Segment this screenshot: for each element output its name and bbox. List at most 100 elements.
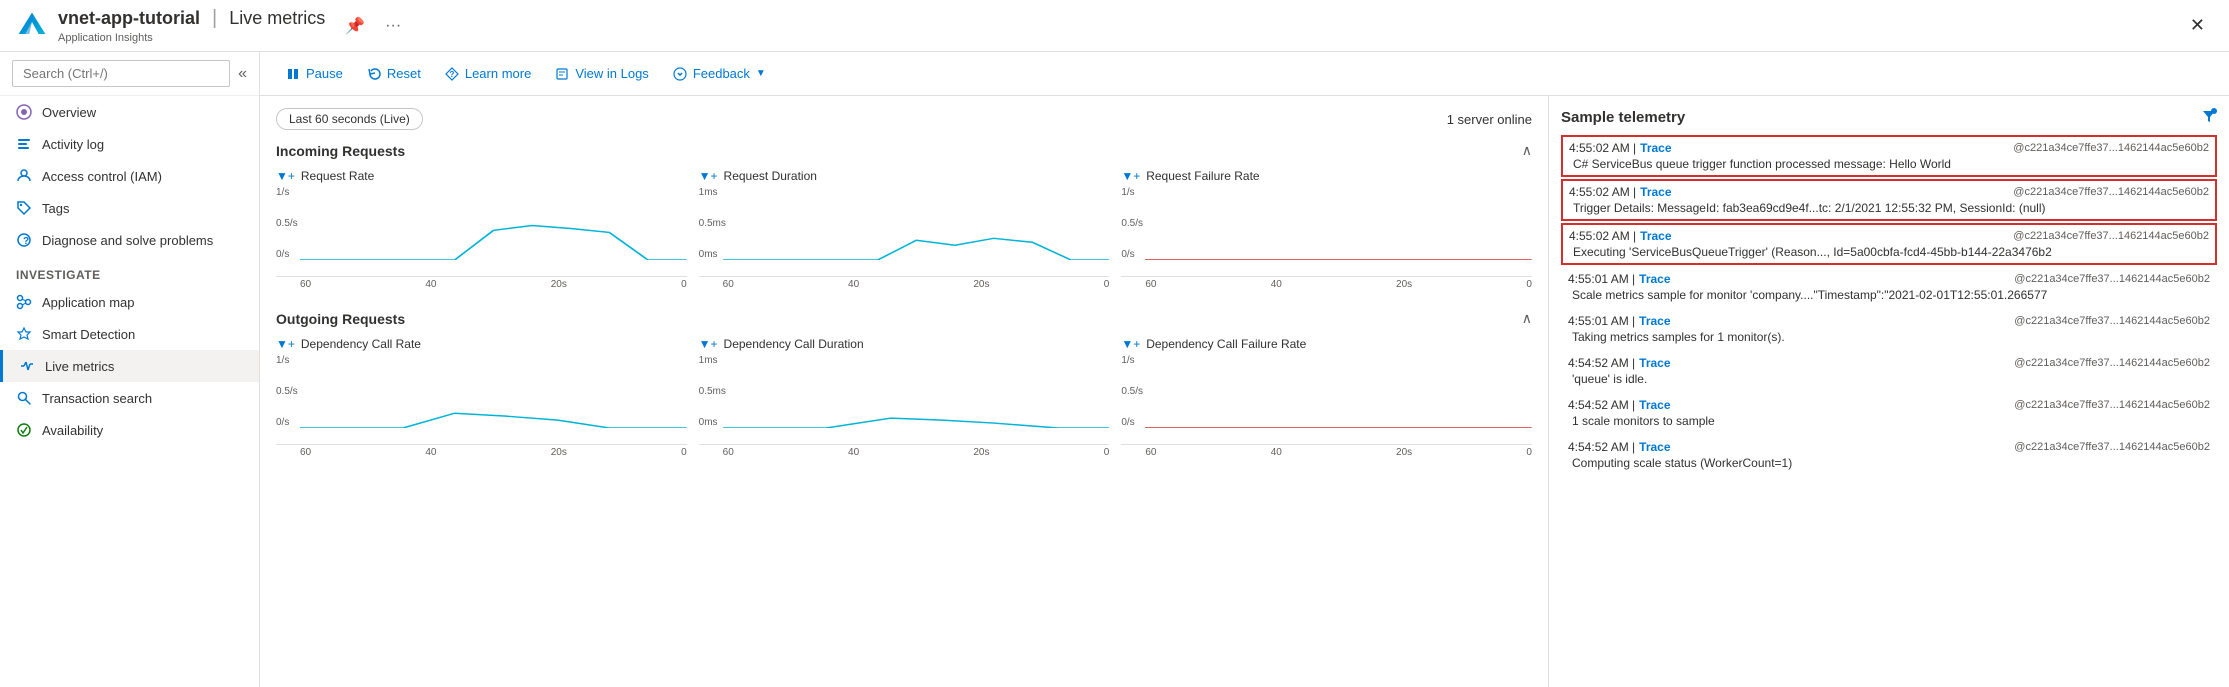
telemetry-type: Trace <box>1640 141 1671 155</box>
sidebar-item-overview-label: Overview <box>42 105 96 120</box>
tags-icon <box>16 200 32 216</box>
telemetry-filter-button[interactable] <box>2201 108 2217 127</box>
transaction-search-icon <box>16 390 32 406</box>
telemetry-title: Sample telemetry <box>1561 109 1685 126</box>
sidebar-item-live-metrics[interactable]: Live metrics <box>0 350 259 382</box>
sidebar-item-smart-detection[interactable]: Smart Detection <box>0 318 259 350</box>
svg-text:?: ? <box>449 70 454 79</box>
dep-call-rate-chart: ▼+ Dependency Call Rate 1/s 0.5/s 0/s <box>276 337 687 458</box>
request-rate-svg <box>300 191 687 260</box>
server-status: 1 server online <box>1447 112 1532 127</box>
sidebar-item-activity-log[interactable]: Activity log <box>0 128 259 160</box>
sidebar-item-transaction-search[interactable]: Transaction search <box>0 382 259 414</box>
diagnose-icon: ? <box>16 232 32 248</box>
telemetry-item[interactable]: 4:55:02 AM | Trace @c221a34ce7ffe37...14… <box>1561 179 2217 221</box>
search-input[interactable] <box>12 60 230 87</box>
telemetry-time: 4:55:02 AM | <box>1569 185 1636 199</box>
sidebar-item-access-control[interactable]: Access control (IAM) <box>0 160 259 192</box>
sidebar-item-availability-label: Availability <box>42 423 103 438</box>
telemetry-id: @c221a34ce7ffe37...1462144ac5e60b2 <box>2013 142 2209 154</box>
telemetry-type: Trace <box>1640 185 1671 199</box>
telemetry-filter-icon <box>2201 108 2217 124</box>
request-failure-rate-area: 1/s 0.5/s 0/s <box>1121 187 1532 277</box>
dep-call-duration-chart: ▼+ Dependency Call Duration 1ms 0.5ms 0m… <box>699 337 1110 458</box>
dep-call-duration-label: Dependency Call Duration <box>724 337 864 351</box>
telemetry-time: 4:55:01 AM | <box>1568 314 1635 328</box>
telemetry-item[interactable]: 4:55:02 AM | Trace @c221a34ce7ffe37...14… <box>1561 135 2217 177</box>
dep-call-rate-svg <box>300 359 687 428</box>
dep-call-duration-filter-icon: ▼+ <box>699 337 718 351</box>
view-in-logs-button[interactable]: View in Logs <box>545 62 658 85</box>
telemetry-list: 4:55:02 AM | Trace @c221a34ce7ffe37...14… <box>1561 135 2217 477</box>
telemetry-type: Trace <box>1639 272 1670 286</box>
feedback-button[interactable]: Feedback ▼ <box>663 62 776 85</box>
toolbar: Pause Reset ? Learn more View in Logs Fe… <box>260 52 2229 96</box>
dep-call-rate-label: Dependency Call Rate <box>301 337 421 351</box>
request-rate-label: Request Rate <box>301 169 374 183</box>
incoming-requests-collapse[interactable]: ∧ <box>1522 142 1532 159</box>
telemetry-time: 4:54:52 AM | <box>1568 356 1635 370</box>
overview-icon <box>16 104 32 120</box>
telemetry-item[interactable]: 4:54:52 AM | Trace @c221a34ce7ffe37...14… <box>1561 351 2217 391</box>
dep-call-failure-rate-svg <box>1145 359 1532 428</box>
telemetry-item[interactable]: 4:54:52 AM | Trace @c221a34ce7ffe37...14… <box>1561 393 2217 433</box>
outgoing-requests-section: Outgoing Requests ∧ ▼+ Dependency Call R… <box>276 310 1532 458</box>
dep-call-failure-rate-area: 1/s 0.5/s 0/s <box>1121 355 1532 445</box>
request-rate-filter-icon: ▼+ <box>276 169 295 183</box>
pin-icon: 📌 <box>345 18 365 35</box>
telemetry-time: 4:54:52 AM | <box>1568 440 1635 454</box>
telemetry-type: Trace <box>1639 440 1670 454</box>
telemetry-item[interactable]: 4:55:02 AM | Trace @c221a34ce7ffe37...14… <box>1561 223 2217 265</box>
application-map-icon <box>16 294 32 310</box>
telemetry-item[interactable]: 4:55:01 AM | Trace @c221a34ce7ffe37...14… <box>1561 267 2217 307</box>
more-icon: ··· <box>385 17 401 34</box>
learn-more-button[interactable]: ? Learn more <box>435 62 541 85</box>
metrics-header: Last 60 seconds (Live) 1 server online <box>276 108 1532 130</box>
metrics-panel: Last 60 seconds (Live) 1 server online I… <box>260 96 1549 687</box>
outgoing-requests-collapse[interactable]: ∧ <box>1522 310 1532 327</box>
sidebar-item-availability[interactable]: Availability <box>0 414 259 446</box>
main-layout: « Overview Activity log Access control (… <box>0 52 2229 687</box>
pause-button[interactable]: Pause <box>276 62 353 85</box>
sidebar-item-overview[interactable]: Overview <box>0 96 259 128</box>
svg-text:?: ? <box>23 236 29 247</box>
request-duration-filter-icon: ▼+ <box>699 169 718 183</box>
availability-icon <box>16 422 32 438</box>
telemetry-message: 1 scale monitors to sample <box>1568 414 2210 428</box>
pin-button[interactable]: 📌 <box>341 12 369 40</box>
sidebar-item-access-control-label: Access control (IAM) <box>42 169 162 184</box>
telemetry-message: Scale metrics sample for monitor 'compan… <box>1568 288 2210 302</box>
sidebar-item-application-map[interactable]: Application map <box>0 286 259 318</box>
telemetry-id: @c221a34ce7ffe37...1462144ac5e60b2 <box>2014 273 2210 285</box>
outgoing-requests-title: Outgoing Requests ∧ <box>276 310 1532 327</box>
telemetry-message: 'queue' is idle. <box>1568 372 2210 386</box>
close-button[interactable]: ✕ <box>2182 11 2213 40</box>
telemetry-type: Trace <box>1640 229 1671 243</box>
sidebar-item-tags-label: Tags <box>42 201 69 216</box>
more-options-button[interactable]: ··· <box>381 13 405 39</box>
feedback-icon <box>673 67 687 81</box>
dep-call-rate-area: 1/s 0.5/s 0/s <box>276 355 687 445</box>
telemetry-id: @c221a34ce7ffe37...1462144ac5e60b2 <box>2014 315 2210 327</box>
live-metrics-icon <box>19 358 35 374</box>
time-range-button[interactable]: Last 60 seconds (Live) <box>276 108 423 130</box>
request-duration-chart: ▼+ Request Duration 1ms 0.5ms 0ms <box>699 169 1110 290</box>
request-failure-rate-svg <box>1145 191 1532 260</box>
telemetry-item[interactable]: 4:54:52 AM | Trace @c221a34ce7ffe37...14… <box>1561 435 2217 475</box>
telemetry-message: Executing 'ServiceBusQueueTrigger' (Reas… <box>1569 245 2209 259</box>
reset-button[interactable]: Reset <box>357 62 431 85</box>
sidebar-item-transaction-search-label: Transaction search <box>42 391 152 406</box>
telemetry-panel: Sample telemetry 4:55:02 AM | Trace @c22… <box>1549 96 2229 687</box>
investigate-section-header: Investigate <box>0 256 259 286</box>
azure-logo-icon <box>16 10 48 42</box>
sidebar-item-tags[interactable]: Tags <box>0 192 259 224</box>
dep-call-duration-area: 1ms 0.5ms 0ms <box>699 355 1110 445</box>
telemetry-time: 4:55:02 AM | <box>1569 229 1636 243</box>
sidebar-collapse-button[interactable]: « <box>238 65 247 83</box>
learn-more-icon: ? <box>445 67 459 81</box>
pause-icon <box>286 67 300 81</box>
sidebar-item-diagnose[interactable]: ? Diagnose and solve problems <box>0 224 259 256</box>
telemetry-item[interactable]: 4:55:01 AM | Trace @c221a34ce7ffe37...14… <box>1561 309 2217 349</box>
request-duration-area: 1ms 0.5ms 0ms <box>699 187 1110 277</box>
sidebar-item-diagnose-label: Diagnose and solve problems <box>42 233 213 248</box>
